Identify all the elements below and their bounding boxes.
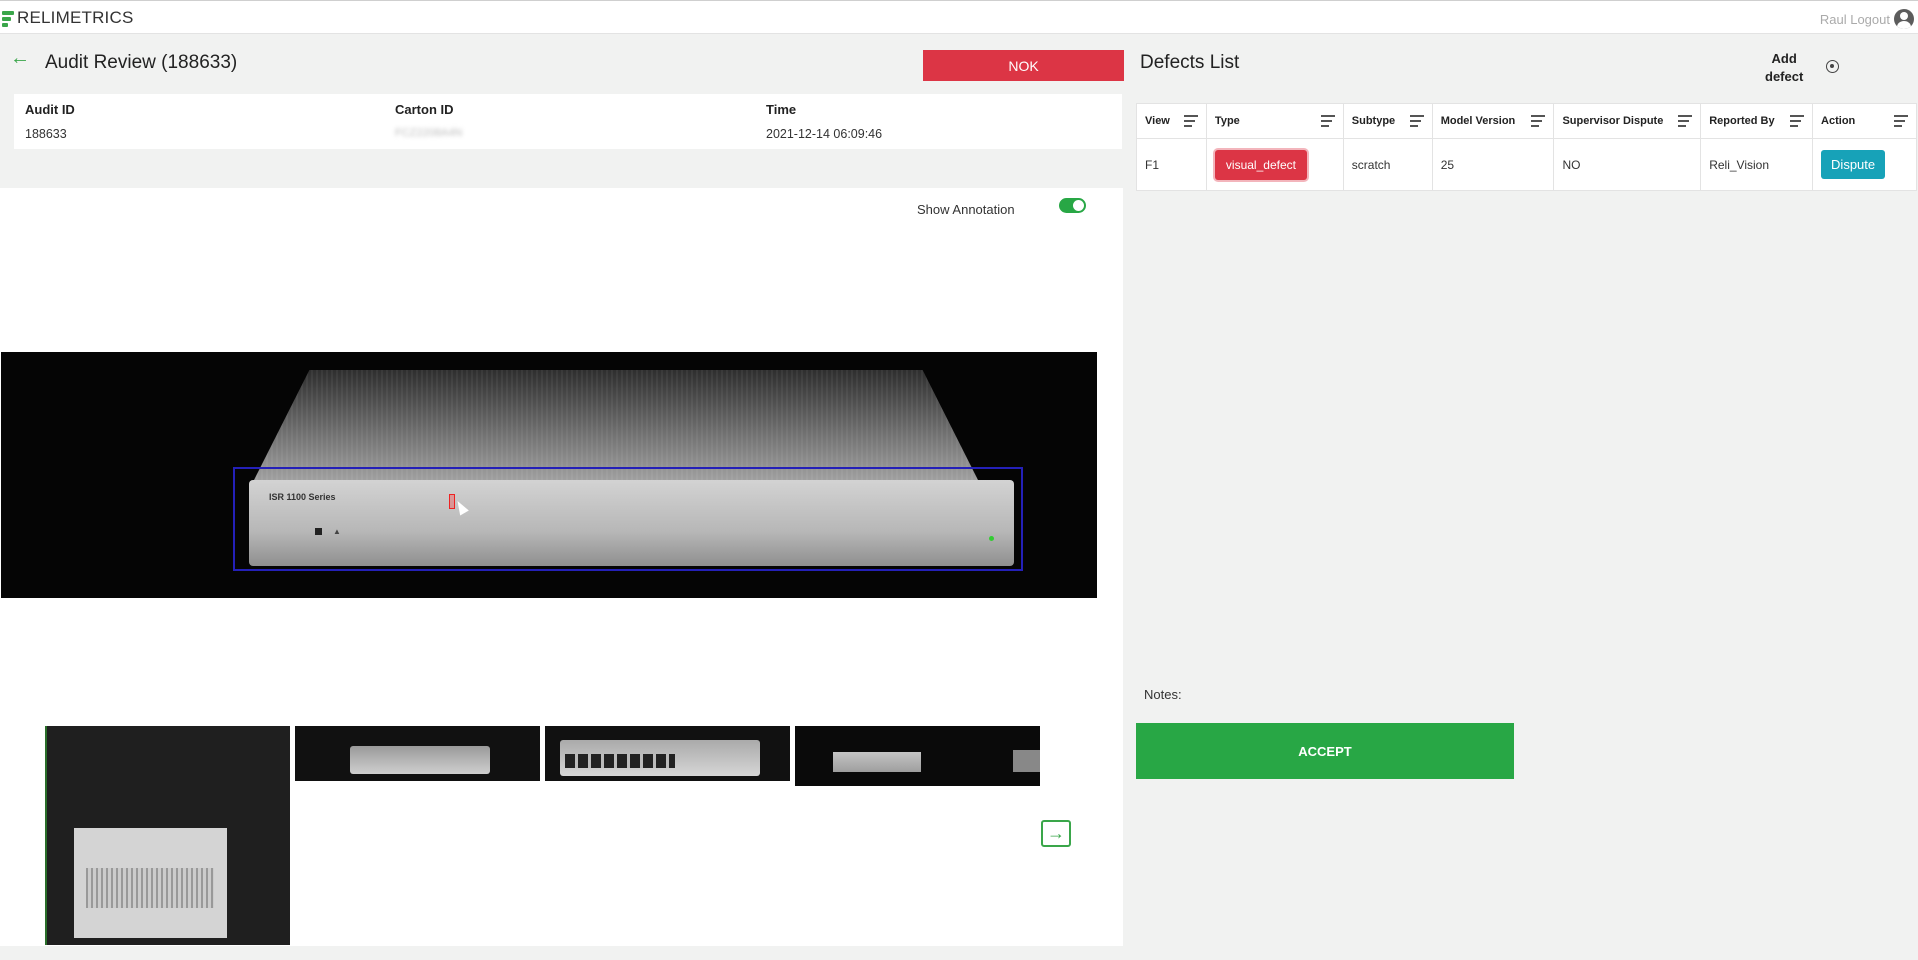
thumbnail-ports-image [565,754,675,768]
column-header-subtype[interactable]: Subtype [1342,103,1433,139]
audit-id-field: Audit ID 188633 [25,102,75,141]
annotation-bounding-box[interactable] [233,467,1023,571]
cell-supervisor-dispute: NO [1553,138,1702,191]
defect-type-pill[interactable]: visual_defect [1214,149,1307,180]
carton-id-field: Carton ID FCZ2208A4N [395,102,462,139]
relimetrics-logo[interactable]: RELIMETRICS [2,8,134,28]
filter-lines-icon[interactable] [1678,115,1693,127]
column-header-supervisor-dispute[interactable]: Supervisor Dispute [1553,103,1702,139]
show-annotation-toggle[interactable] [1059,198,1086,213]
audit-id-value: 188633 [25,127,67,141]
column-header-model-version[interactable]: Model Version [1431,103,1555,139]
image-viewer: Show Annotation ISR 1100 Series ▲ → [0,188,1123,946]
back-arrow-icon[interactable]: ← [10,48,30,68]
column-header-reported-by[interactable]: Reported By [1700,103,1814,139]
logo-text: RELIMETRICS [17,8,134,27]
status-badge: NOK [923,50,1124,81]
next-arrow-icon[interactable]: → [1041,820,1071,847]
thumbnail-device-side[interactable] [795,726,1040,786]
page-title: Audit Review (188633) [45,52,238,73]
time-value: 2021-12-14 06:09:46 [766,127,883,141]
column-header-view[interactable]: View [1136,103,1207,139]
filter-lines-icon[interactable] [1320,115,1335,127]
audit-info-card: Audit ID 188633 Carton ID FCZ2208A4N Tim… [14,94,1122,149]
table-row[interactable]: F1 visual_defect scratch 25 NO Reli_Visi… [1136,138,1917,191]
column-label: Action [1821,115,1856,127]
thumbnail-device-top[interactable] [295,726,540,781]
column-label: View [1145,115,1170,127]
thumbnail-device-image [833,752,921,772]
column-label: Supervisor Dispute [1562,115,1664,127]
add-defect-label-line1: Add [1771,51,1797,66]
column-header-type[interactable]: Type [1205,103,1344,139]
time-label: Time [766,102,797,117]
column-label: Reported By [1709,115,1775,127]
cell-type: visual_defect [1205,138,1344,191]
add-defect-label-line2: defect [1765,69,1804,84]
column-label: Type [1214,115,1240,127]
toggle-knob [1073,200,1084,211]
cell-view: F1 [1136,138,1207,191]
filter-lines-icon[interactable] [1409,115,1424,127]
user-avatar-icon[interactable] [1894,9,1914,29]
thumbnail-device-image [350,746,490,774]
audit-id-label: Audit ID [25,102,75,117]
carton-id-label: Carton ID [395,102,454,117]
add-defect-button[interactable]: Add defect [1765,50,1803,86]
notes-label: Notes: [1144,687,1182,702]
add-circle-icon[interactable] [1826,60,1839,73]
carton-id-value: FCZ2208A4N [395,127,463,139]
filter-lines-icon[interactable] [1183,115,1198,127]
column-label: Subtype [1351,115,1396,127]
defects-list-title: Defects List [1140,52,1240,73]
show-annotation-label: Show Annotation [917,202,1015,217]
column-header-action[interactable]: Action [1812,103,1917,139]
thumbnail-device-image [1013,750,1040,772]
accept-button[interactable]: ACCEPT [1136,723,1514,779]
table-header-row: View Type Subtype Model Version Supervis… [1136,103,1917,139]
logout-link[interactable]: Raul Logout [1820,12,1890,27]
thumbnail-carton-label[interactable] [45,726,290,945]
main-inspection-image[interactable]: ISR 1100 Series ▲ [1,352,1097,598]
time-field: Time 2021-12-14 06:09:46 [766,102,882,141]
cell-model-version: 25 [1431,138,1555,191]
cell-action: Dispute [1812,138,1917,191]
cell-subtype: scratch [1342,138,1433,191]
filter-lines-icon[interactable] [1531,115,1546,127]
dispute-button[interactable]: Dispute [1821,150,1886,179]
thumbnail-device-rear[interactable] [545,726,790,781]
top-bar: RELIMETRICS Raul Logout [0,0,1918,34]
filter-lines-icon[interactable] [1894,115,1908,127]
defects-table: View Type Subtype Model Version Supervis… [1136,103,1917,191]
column-label: Model Version [1440,115,1516,127]
user-menu[interactable]: Raul Logout [1820,9,1914,29]
logo-mark-icon [2,9,16,27]
filter-lines-icon[interactable] [1790,115,1805,127]
cell-reported-by: Reli_Vision [1700,138,1814,191]
carton-label-image [74,828,227,938]
